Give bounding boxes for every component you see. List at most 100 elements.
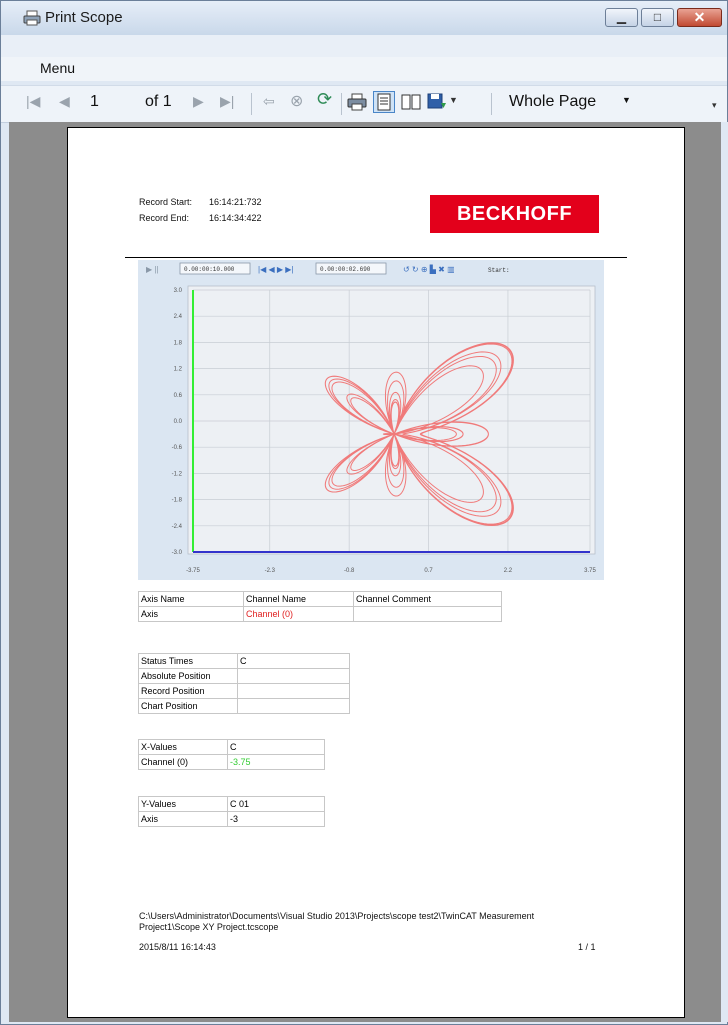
x-tick-label: 3.75: [584, 568, 596, 574]
refresh-icon[interactable]: ⟳: [317, 89, 332, 110]
table-cell: Channel (0): [138, 754, 228, 770]
scope-time1: 0.00:00:10.000: [184, 266, 235, 273]
status-times-table: Status Times C Absolute Position Record …: [138, 653, 350, 714]
table-header-cell: X-Values: [138, 739, 228, 755]
table-header-cell: C: [237, 653, 350, 669]
last-page-icon[interactable]: ▶|: [220, 93, 234, 110]
scope-tools-icons: ↺ ↻ ⊕ ▙ ✖ ▥: [403, 264, 455, 274]
title-bar: Print Scope ▁ □ ✕: [1, 1, 727, 35]
table-cell: -3.75: [227, 754, 325, 770]
table-cell: -3: [227, 811, 325, 827]
table-row: Axis Name Channel Name Channel Comment: [138, 591, 502, 607]
maximize-button[interactable]: □: [641, 8, 674, 27]
toolbar-overflow-icon[interactable]: ▾: [712, 100, 717, 111]
y-tick-label: -3.0: [172, 550, 183, 556]
page-layout-icon[interactable]: [373, 91, 395, 113]
table-cell: Chart Position: [138, 698, 238, 714]
beckhoff-logo: BECKHOFF: [430, 195, 599, 233]
footer-page-number: 1 / 1: [578, 942, 596, 952]
y-tick-label: -2.4: [172, 524, 183, 530]
table-row: Y-Values C 01: [138, 796, 325, 812]
record-start-label: Record Start:: [139, 197, 193, 207]
print-icon[interactable]: [347, 93, 367, 111]
scope-start-label: Start:: [488, 267, 510, 274]
minimize-button[interactable]: ▁: [605, 8, 638, 27]
scope-chart: ▶ || 0.00:00:10.000 |◀ ◀ ▶ ▶| 0.00:00:02…: [138, 260, 604, 580]
table-row: Axis Channel (0): [138, 606, 502, 622]
footer-date: 2015/8/11 16:14:43: [139, 942, 216, 952]
menu-bar: [1, 57, 727, 81]
zoom-select[interactable]: Whole Page: [509, 93, 596, 111]
x-tick-label: -3.75: [186, 568, 200, 574]
table-header-cell: Channel Name: [243, 591, 354, 607]
next-page-icon[interactable]: ▶: [193, 93, 204, 110]
table-cell: [353, 606, 502, 622]
x-tick-label: -0.8: [344, 568, 355, 574]
print-scope-window: Print Scope ▁ □ ✕ Menu |◀ ◀ 1 of 1 ▶ ▶| …: [0, 0, 728, 1025]
page-setup-icon[interactable]: [401, 93, 421, 111]
y-tick-label: 1.8: [174, 340, 183, 346]
record-start-value: 16:14:21:732: [209, 197, 262, 207]
header-rule: [125, 257, 627, 258]
menu-item-menu[interactable]: Menu: [40, 60, 75, 76]
table-cell: Axis: [138, 606, 244, 622]
table-cell: Record Position: [138, 683, 238, 699]
export-icon[interactable]: [427, 93, 447, 111]
table-header-cell: C: [227, 739, 325, 755]
table-header-cell: Axis Name: [138, 591, 244, 607]
y-tick-label: 2.4: [174, 314, 183, 320]
x-tick-label: -2.3: [265, 568, 276, 574]
table-row: Status Times C: [138, 653, 350, 669]
page-current-input[interactable]: 1: [90, 93, 99, 111]
page-count-label: of 1: [145, 93, 172, 110]
table-header-cell: C 01: [227, 796, 325, 812]
y-tick-label: 1.2: [174, 367, 183, 373]
table-row: Absolute Position: [138, 668, 350, 684]
table-row: Chart Position: [138, 698, 350, 714]
maximize-icon: □: [653, 10, 662, 24]
footer-path-line1: C:\Users\Administrator\Documents\Visual …: [139, 911, 535, 921]
scope-play-icon: ▶ ||: [146, 265, 159, 274]
minimize-icon: ▁: [616, 10, 627, 24]
printer-icon: [23, 10, 41, 26]
table-header-cell: Y-Values: [138, 796, 228, 812]
menubar-top-band: [1, 35, 727, 57]
export-dropdown-icon[interactable]: ▼: [449, 95, 458, 105]
viewport-edge: [721, 122, 728, 1022]
y-tick-label: 3.0: [174, 288, 183, 294]
toolbar-separator: [491, 93, 492, 115]
y-tick-label: -1.8: [172, 498, 183, 504]
toolbar-separator: [341, 93, 342, 115]
window-title: Print Scope: [45, 9, 123, 26]
record-end-label: Record End:: [139, 213, 190, 223]
x-tick-label: 2.2: [504, 568, 513, 574]
table-cell: [237, 668, 350, 684]
y-tick-label: 0.6: [174, 393, 183, 399]
prev-page-icon[interactable]: ◀: [59, 93, 70, 110]
footer-path-line2: Project1\Scope XY Project.tcscope: [139, 922, 279, 932]
table-row: Channel (0) -3.75: [138, 754, 325, 770]
table-cell: Absolute Position: [138, 668, 238, 684]
stop-icon[interactable]: ⊗: [290, 91, 303, 111]
close-button[interactable]: ✕: [677, 8, 722, 27]
y-tick-label: 0.0: [174, 419, 183, 425]
scope-nav-icons: |◀ ◀ ▶ ▶|: [258, 265, 293, 274]
channel-table: Axis Name Channel Name Channel Comment A…: [138, 591, 502, 622]
first-page-icon[interactable]: |◀: [26, 93, 40, 110]
table-cell: [237, 683, 350, 699]
scope-time2: 0.00:00:02.690: [320, 266, 371, 273]
back-icon[interactable]: ⇦: [263, 93, 275, 110]
y-values-table: Y-Values C 01 Axis -3: [138, 796, 325, 827]
y-tick-label: -1.2: [172, 471, 183, 477]
zoom-dropdown-icon[interactable]: ▼: [622, 95, 631, 105]
close-icon: ✕: [693, 9, 706, 25]
table-row: Record Position: [138, 683, 350, 699]
table-cell: [237, 698, 350, 714]
table-cell: Channel (0): [243, 606, 354, 622]
record-end-value: 16:14:34:422: [209, 213, 262, 223]
table-header-cell: Status Times: [138, 653, 238, 669]
x-tick-label: 0.7: [424, 568, 433, 574]
table-row: X-Values C: [138, 739, 325, 755]
table-row: Axis -3: [138, 811, 325, 827]
table-cell: Axis: [138, 811, 228, 827]
